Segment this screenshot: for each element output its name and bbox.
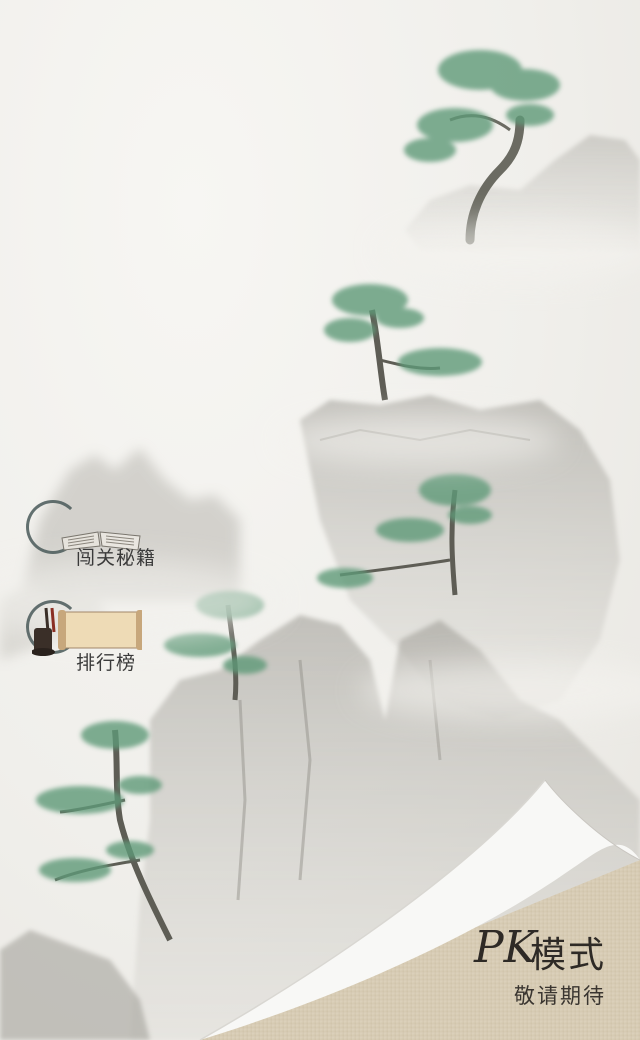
middle-pine-top xyxy=(324,284,482,401)
bottom-left-rocks xyxy=(0,930,150,1040)
game-screen: 闯关秘籍 排行榜 PK 模式 敬请期待 xyxy=(0,0,640,1040)
strategy-guide-label: 闯关秘籍 xyxy=(76,547,157,569)
leaderboard-button[interactable]: 排行榜 xyxy=(24,598,174,674)
pk-mark: PK xyxy=(473,922,537,973)
pk-mode-panel[interactable]: PK 模式 敬请期待 xyxy=(474,922,606,1010)
pk-mode-coming-soon: 敬请期待 xyxy=(514,984,606,1008)
pk-mode-title: 模式 xyxy=(529,935,606,976)
strategy-guide-button[interactable]: 闯关秘籍 xyxy=(24,498,174,570)
leaderboard-label: 排行榜 xyxy=(76,652,137,674)
